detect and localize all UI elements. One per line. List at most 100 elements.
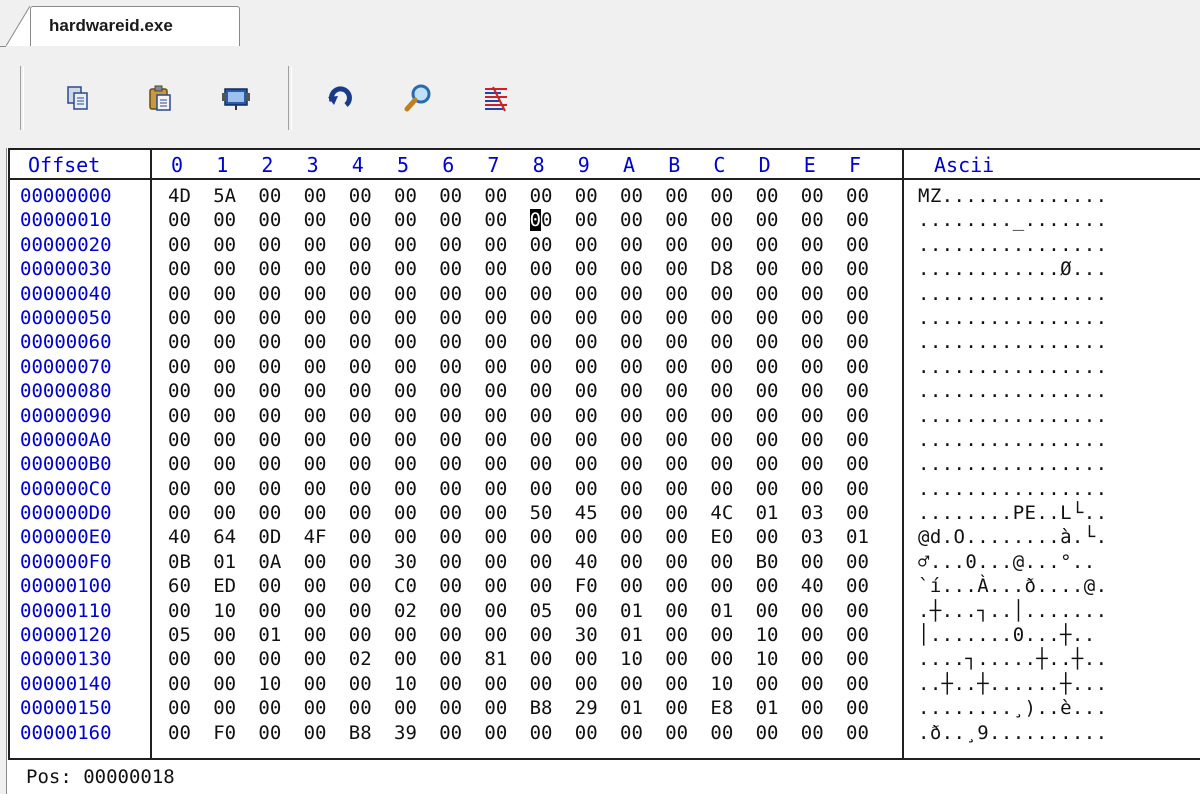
hex-byte[interactable]: 00 <box>213 452 239 476</box>
hex-byte[interactable]: 00 <box>484 696 510 720</box>
hex-byte[interactable]: 00 <box>258 501 284 525</box>
hex-byte[interactable]: 02 <box>394 599 420 623</box>
hex-byte[interactable]: 40 <box>575 550 601 574</box>
hex-byte[interactable]: 00 <box>349 208 375 232</box>
hex-byte[interactable]: 00 <box>394 355 420 379</box>
hex-byte[interactable]: B0 <box>756 550 782 574</box>
hex-byte[interactable]: 00 <box>620 257 646 281</box>
hex-byte[interactable]: 00 <box>756 452 782 476</box>
hex-byte[interactable]: 00 <box>665 379 691 403</box>
hex-byte[interactable]: 00 <box>620 477 646 501</box>
hex-byte[interactable]: B8 <box>349 721 375 745</box>
hex-byte[interactable]: 00 <box>665 477 691 501</box>
hex-byte[interactable]: 00 <box>258 599 284 623</box>
hex-byte[interactable]: 00 <box>394 306 420 330</box>
hex-byte[interactable]: 00 <box>801 306 827 330</box>
hex-byte[interactable]: 00 <box>530 477 556 501</box>
hex-byte[interactable]: 00 <box>846 355 872 379</box>
hex-byte[interactable]: 64 <box>213 525 239 549</box>
hex-byte[interactable]: 00 <box>756 672 782 696</box>
hex-byte[interactable]: 00 <box>665 501 691 525</box>
row-offset[interactable]: 00000160 <box>20 721 112 745</box>
copy-button[interactable] <box>60 80 96 116</box>
hex-byte[interactable]: 00 <box>349 282 375 306</box>
hex-byte[interactable]: 00 <box>304 599 330 623</box>
row-offset[interactable]: 00000030 <box>20 257 112 281</box>
hex-byte[interactable]: 00 <box>710 306 736 330</box>
hex-byte[interactable]: 00 <box>620 550 646 574</box>
hex-byte[interactable]: 00 <box>575 404 601 428</box>
hex-byte[interactable]: 00 <box>168 696 194 720</box>
row-offset[interactable]: 00000060 <box>20 330 112 354</box>
hex-byte[interactable]: 00 <box>439 721 465 745</box>
ascii-text[interactable]: ................ <box>918 282 1107 306</box>
row-offset[interactable]: 000000E0 <box>20 525 112 549</box>
hex-byte[interactable]: 00 <box>213 233 239 257</box>
hex-byte[interactable]: 00 <box>168 257 194 281</box>
hex-byte[interactable]: 00 <box>213 501 239 525</box>
hex-byte[interactable]: 00 <box>801 184 827 208</box>
row-offset[interactable]: 000000F0 <box>20 550 112 574</box>
select-all-button[interactable] <box>218 80 254 116</box>
hex-byte[interactable]: 10 <box>213 599 239 623</box>
row-offset[interactable]: 00000040 <box>20 282 112 306</box>
hex-byte[interactable]: 00 <box>665 623 691 647</box>
hex-byte[interactable]: 00 <box>530 257 556 281</box>
hex-byte[interactable]: 00 <box>349 501 375 525</box>
hex-byte[interactable]: 00 <box>846 550 872 574</box>
hex-byte[interactable]: 00 <box>665 282 691 306</box>
hex-byte[interactable]: 00 <box>484 599 510 623</box>
hex-byte[interactable]: 00 <box>756 721 782 745</box>
ascii-text[interactable]: ................ <box>918 428 1107 452</box>
hex-byte[interactable]: 00 <box>801 696 827 720</box>
ascii-text[interactable]: ..┼..┼......┼... <box>918 672 1107 696</box>
hex-byte[interactable]: 00 <box>484 184 510 208</box>
hex-byte[interactable]: 00 <box>213 477 239 501</box>
hex-byte[interactable]: B8 <box>530 696 556 720</box>
hex-byte[interactable]: 00 <box>349 696 375 720</box>
hex-byte[interactable]: 00 <box>258 306 284 330</box>
hex-byte[interactable]: 00 <box>530 330 556 354</box>
hex-byte[interactable]: 00 <box>168 428 194 452</box>
hex-byte[interactable]: 00 <box>304 282 330 306</box>
hex-byte[interactable]: 00 <box>394 330 420 354</box>
hex-byte[interactable]: 00 <box>530 404 556 428</box>
hex-byte[interactable]: 00 <box>394 452 420 476</box>
row-offset[interactable]: 00000130 <box>20 647 112 671</box>
hex-byte[interactable]: 00 <box>575 330 601 354</box>
hex-row[interactable]: 00000130 00 00 00 00 02 00 00 81 00 00 10 00 00 10 00 00… <box>10 647 1200 671</box>
ascii-text[interactable]: .ð..¸9.......... <box>918 721 1107 745</box>
hex-byte[interactable]: 00 <box>756 282 782 306</box>
hex-row[interactable]: 00000060 00 00 00 00 00 00 00 00 00 00 00 00 00 00 00 00… <box>10 330 1200 354</box>
hex-byte[interactable]: 00 <box>620 184 646 208</box>
hex-byte[interactable]: 00 <box>394 257 420 281</box>
hex-byte[interactable]: 00 <box>846 647 872 671</box>
hex-rows[interactable]: 00000000 4D 5A 00 00 00 00 00 00 00 00 00 00 00 00 00 00… <box>10 184 1200 745</box>
hex-row[interactable]: 000000E0 40 64 0D 4F 00 00 00 00 00 00 00 00 E0 00 03 01… <box>10 525 1200 549</box>
hex-byte[interactable]: 00 <box>530 623 556 647</box>
hex-byte[interactable]: 00 <box>665 599 691 623</box>
hex-byte[interactable]: 00 <box>349 574 375 598</box>
hex-byte[interactable]: 00 <box>484 330 510 354</box>
hex-byte[interactable]: 40 <box>801 574 827 598</box>
hex-byte[interactable]: 00 <box>575 306 601 330</box>
hex-byte[interactable]: 00 <box>394 623 420 647</box>
hex-byte[interactable]: 00 <box>439 647 465 671</box>
tab-hardwareid[interactable]: hardwareid.exe <box>30 6 240 46</box>
hex-byte[interactable]: 00 <box>756 379 782 403</box>
hex-byte[interactable]: 00 <box>846 184 872 208</box>
hex-byte[interactable]: 00 <box>439 501 465 525</box>
hex-byte[interactable]: 00 <box>801 208 827 232</box>
hex-byte[interactable]: 00 <box>349 477 375 501</box>
hex-row[interactable]: 00000010 00 00 00 00 00 00 00 00 00 00 00 00 00 00 00 00… <box>10 208 1200 232</box>
hex-byte[interactable]: 00 <box>258 477 284 501</box>
hex-byte[interactable]: 00 <box>258 404 284 428</box>
hex-byte[interactable]: 00 <box>846 599 872 623</box>
hex-byte[interactable]: 00 <box>439 355 465 379</box>
hex-byte[interactable]: 00 <box>394 525 420 549</box>
hex-byte[interactable]: 00 <box>530 672 556 696</box>
hex-byte[interactable]: 00 <box>439 477 465 501</box>
hex-byte[interactable]: 00 <box>665 525 691 549</box>
hex-byte[interactable]: 00 <box>710 330 736 354</box>
hex-byte[interactable]: 00 <box>665 574 691 598</box>
